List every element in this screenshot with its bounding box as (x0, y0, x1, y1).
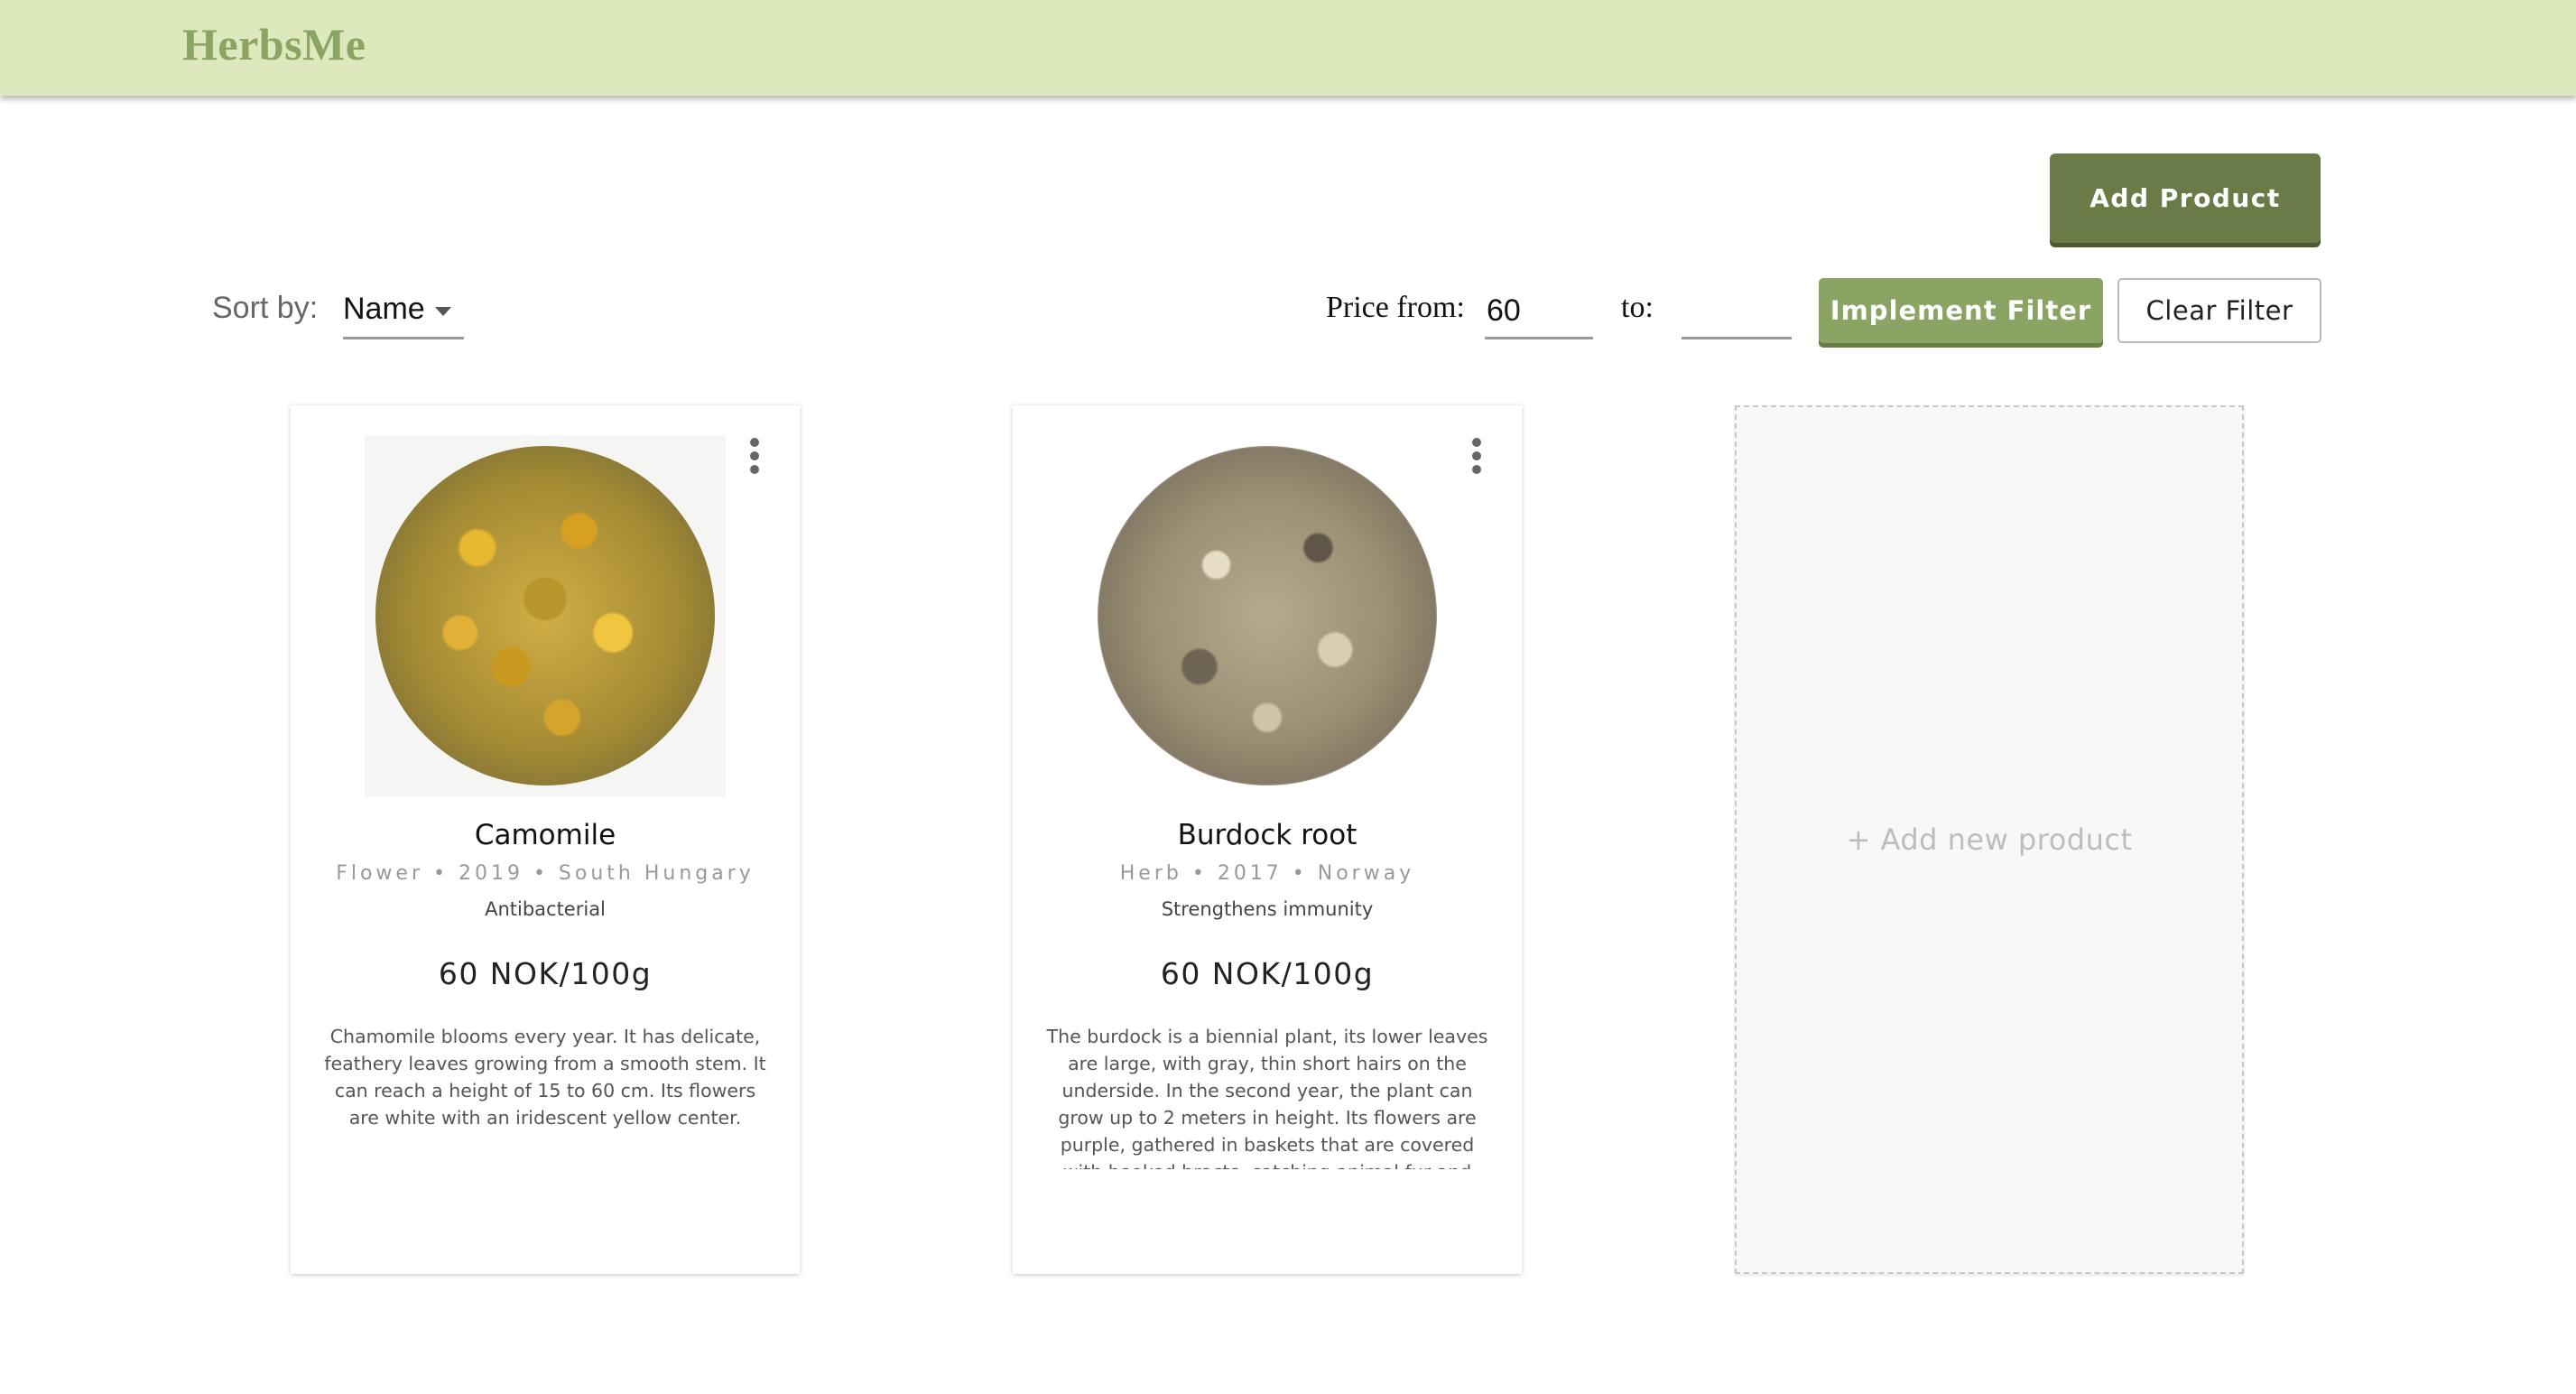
caret-down-icon (435, 307, 451, 316)
product-description: The burdock is a biennial plant, its low… (1046, 1026, 1488, 1169)
top-bar: HerbsMe (0, 0, 2576, 96)
product-card[interactable]: Camomile Flower • 2019 • South Hungary A… (291, 405, 800, 1274)
product-meta: Flower • 2019 • South Hungary (336, 862, 755, 885)
price-from-label: Price from: (1326, 291, 1465, 324)
more-vertical-icon[interactable] (749, 438, 760, 474)
product-meta: Herb • 2017 • Norway (1119, 862, 1415, 885)
add-product-button[interactable]: Add Product (2050, 153, 2321, 243)
clear-filter-button[interactable]: Clear Filter (2117, 278, 2321, 343)
add-new-product-card[interactable]: + Add new product (1735, 405, 2244, 1274)
product-description: Chamomile blooms every year. It has deli… (324, 1026, 766, 1129)
dried-chamomile-image (365, 435, 726, 796)
sort-selected-value: Name (343, 292, 425, 326)
product-name: Burdock root (1177, 819, 1357, 851)
product-name: Camomile (474, 819, 616, 851)
product-price: 60 NOK/100g (438, 956, 653, 991)
herb-pile (375, 446, 715, 785)
implement-filter-button[interactable]: Implement Filter (1819, 278, 2103, 343)
more-vertical-icon[interactable] (1471, 438, 1482, 474)
sort-label: Sort by: (212, 291, 319, 325)
price-to-label: to: (1621, 291, 1654, 324)
product-property: Antibacterial (485, 898, 606, 920)
dried-burdock-root-image (1087, 435, 1448, 796)
product-card[interactable]: Burdock root Herb • 2017 • Norway Streng… (1013, 405, 1522, 1274)
herb-pile (1098, 446, 1437, 785)
sort-select[interactable]: Name (343, 282, 464, 339)
product-property: Strengthens immunity (1161, 898, 1374, 920)
product-price: 60 NOK/100g (1160, 956, 1375, 991)
brand-logo[interactable]: HerbsMe (182, 18, 366, 70)
price-from-input[interactable]: 60 (1485, 285, 1593, 339)
add-new-product-label: + Add new product (1846, 822, 2133, 857)
price-to-input[interactable] (1682, 285, 1792, 339)
